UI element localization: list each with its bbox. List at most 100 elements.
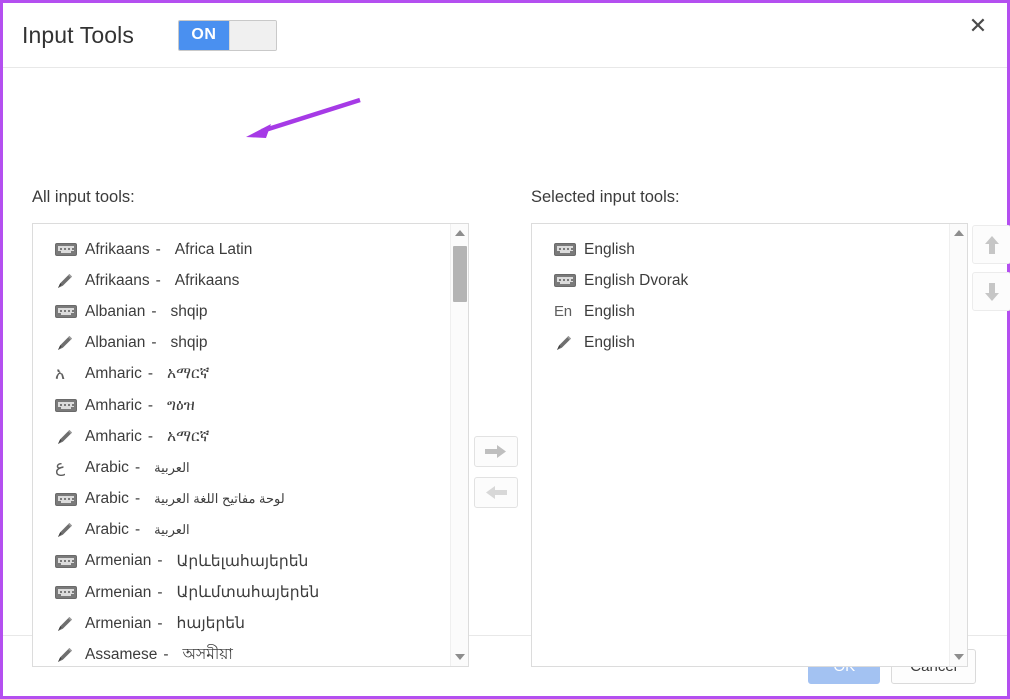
list-item-separator: -	[151, 302, 157, 320]
move-up-button[interactable]	[972, 225, 1010, 264]
remove-input-tool-button[interactable]	[474, 477, 518, 508]
list-item-language: Amharic	[85, 427, 142, 445]
all-input-tools-label: All input tools:	[32, 188, 135, 206]
keyboard-icon	[55, 492, 85, 506]
all-input-tools-list[interactable]: Afrikaans - Africa Latin Afrikaans - Afrikaan…	[32, 223, 469, 667]
handwriting-icon	[55, 520, 85, 540]
list-item[interactable]: Armenian - Արևելահայերեն	[33, 546, 450, 577]
list-item-separator: -	[147, 365, 154, 383]
list-item[interactable]: Afrikaans - Africa Latin	[33, 234, 450, 265]
toggle-on-label: ON	[178, 20, 229, 50]
list-item[interactable]: Armenian - Արևմտահայերեն	[33, 577, 450, 608]
input-tools-toggle[interactable]: ON	[177, 19, 277, 51]
selected-input-tools-label: Selected input tools:	[531, 188, 680, 206]
list-item-language: Armenian	[85, 614, 152, 632]
all-input-tools-scrollbar[interactable]	[450, 224, 468, 666]
list-item-language: Armenian	[85, 583, 152, 601]
list-item-language: Assamese	[85, 646, 158, 664]
list-item-separator: -	[134, 521, 141, 539]
list-item-separator: -	[163, 646, 169, 664]
handwriting-icon	[55, 271, 85, 291]
dialog-body: All input tools: Selected input tools: A…	[3, 68, 1010, 667]
list-item-native-name: shqip	[170, 334, 208, 352]
list-item[interactable]: ع Arabic - العربية	[33, 452, 450, 483]
list-item-language: Afrikaans	[85, 240, 150, 258]
list-item-native-name: հայերեն	[176, 615, 245, 633]
scroll-up-arrow-icon[interactable]	[451, 224, 468, 242]
keyboard-icon	[55, 586, 85, 600]
list-item[interactable]: Assamese - অসমীয়া	[33, 639, 450, 666]
handwriting-icon	[55, 333, 85, 353]
script-glyph-icon: ع	[55, 457, 66, 478]
add-input-tool-button[interactable]	[474, 436, 518, 467]
list-item[interactable]: English	[532, 234, 949, 265]
list-item-language: Arabic	[85, 458, 129, 476]
list-item-separator: -	[157, 614, 163, 632]
scrollbar-thumb[interactable]	[453, 246, 467, 302]
arrow-left-icon	[486, 486, 507, 499]
list-item-native-name: অসমীয়া	[182, 646, 233, 664]
list-item[interactable]: Amharic - አማርኛ	[33, 421, 450, 452]
dialog-header: Input Tools ON ✕	[3, 3, 1007, 68]
handwriting-icon	[55, 645, 85, 665]
list-item-language: English	[584, 334, 635, 352]
list-item-native-name: لوحة مفاتيح اللغة العربية	[154, 491, 285, 507]
list-item[interactable]: አ Amharic - አማርኛ	[33, 359, 450, 390]
list-item[interactable]: Armenian - հայերեն	[33, 608, 450, 639]
list-item[interactable]: Arabic - العربية	[33, 515, 450, 546]
list-item-language: English	[584, 302, 635, 320]
list-item-native-name: አማርኛ	[167, 427, 210, 445]
list-item-language: Arabic	[85, 490, 129, 508]
list-item-language: English Dvorak	[584, 271, 689, 289]
arrow-down-icon	[984, 282, 999, 301]
list-item-language: Armenian	[85, 552, 152, 570]
list-item-separator: -	[151, 334, 157, 352]
selected-input-tools-list[interactable]: English English Dvorak En English English	[531, 223, 968, 667]
list-item-separator: -	[157, 583, 163, 601]
scroll-down-arrow-icon[interactable]	[451, 648, 468, 666]
move-down-button[interactable]	[972, 272, 1010, 311]
list-item-language: Arabic	[85, 521, 129, 539]
list-item-native-name: Արևմտահայերեն	[176, 584, 320, 602]
list-item[interactable]: Afrikaans - Afrikaans	[33, 265, 450, 296]
list-item[interactable]: Arabic - لوحة مفاتيح اللغة العربية	[33, 484, 450, 515]
scroll-up-arrow-icon[interactable]	[950, 224, 967, 242]
keyboard-icon	[55, 305, 85, 319]
list-item-native-name: العربية	[154, 522, 190, 538]
list-item[interactable]: Albanian - shqip	[33, 328, 450, 359]
list-item-language: Afrikaans	[85, 271, 150, 289]
list-item-native-name: Africa Latin	[174, 240, 253, 258]
list-item-native-name: shqip	[170, 302, 208, 320]
list-item-separator: -	[134, 458, 141, 476]
list-item-language: Amharic	[85, 396, 142, 414]
keyboard-icon	[55, 243, 85, 257]
list-item-separator: -	[134, 490, 141, 508]
handwriting-icon	[55, 614, 85, 634]
transliteration-icon: En	[554, 303, 572, 321]
list-item-separator: -	[147, 427, 154, 445]
arrow-up-icon	[984, 235, 999, 254]
list-item-native-name: العربية	[154, 459, 190, 475]
list-item[interactable]: English	[532, 328, 949, 359]
input-tools-dialog: Input Tools ON ✕ All input tools: Select…	[0, 0, 1010, 699]
script-glyph-icon: አ	[55, 363, 65, 384]
list-item-separator: -	[155, 240, 161, 258]
scroll-down-arrow-icon[interactable]	[950, 648, 967, 666]
keyboard-icon	[554, 274, 584, 288]
list-item-separator: -	[147, 396, 154, 414]
keyboard-icon	[554, 243, 584, 257]
list-item-language: English	[584, 240, 635, 258]
close-icon[interactable]: ✕	[959, 7, 997, 45]
list-item[interactable]: Amharic - ግዕዝ	[33, 390, 450, 421]
selected-input-tools-scrollbar[interactable]	[949, 224, 967, 666]
handwriting-icon	[554, 333, 584, 353]
arrow-right-icon	[485, 445, 506, 458]
list-item-language: Amharic	[85, 365, 142, 383]
list-item[interactable]: English Dvorak	[532, 265, 949, 296]
list-item-separator: -	[157, 552, 163, 570]
toggle-knob	[228, 20, 276, 50]
keyboard-icon	[55, 554, 85, 568]
list-item[interactable]: Albanian - shqip	[33, 296, 450, 327]
list-item-native-name: ግዕዝ	[167, 396, 195, 414]
list-item[interactable]: En English	[532, 296, 949, 327]
